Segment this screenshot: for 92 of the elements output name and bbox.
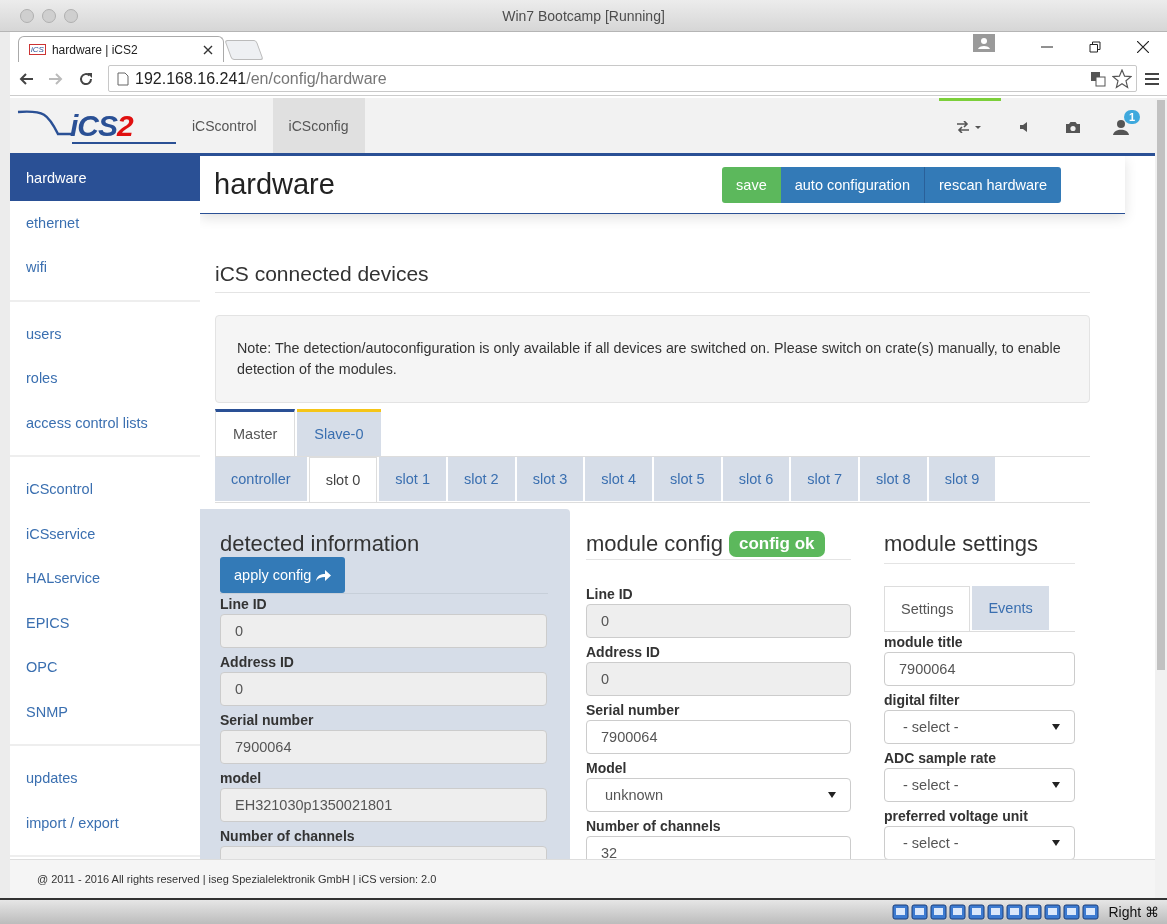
back-arrow-icon[interactable] (18, 70, 34, 87)
slot-tab[interactable]: slot 1 (379, 457, 446, 501)
field-label: Line ID (586, 586, 634, 602)
sidebar-item[interactable]: roles (10, 356, 200, 401)
action-button[interactable]: auto configuration (780, 166, 924, 203)
slot-tab[interactable]: slot 9 (928, 457, 996, 501)
sidebar-item[interactable]: updates (10, 756, 200, 801)
close-icon[interactable] (203, 44, 213, 55)
slot-tab[interactable]: slot 7 (791, 457, 858, 501)
slot-tab[interactable]: slot 2 (448, 457, 515, 501)
host-key-label: Right ⌘ (1108, 904, 1159, 920)
slot-tab[interactable]: slot 4 (585, 457, 652, 501)
select-field[interactable]: - select - (884, 768, 1075, 802)
slot-tab[interactable]: controller (215, 457, 307, 501)
column-title: module settings (884, 531, 1039, 557)
browser-tab[interactable]: iCS hardware | iCS2 (18, 36, 224, 62)
note-text: Note: The detection/autoconfiguration is only available if all devices are switched on. Please switch on crate(s) manually, to enable detection of the modules. (237, 339, 1062, 379)
column-title: module config (586, 531, 723, 557)
slot-tab[interactable]: slot 8 (860, 457, 927, 501)
sidebar-item[interactable]: hardware (10, 156, 200, 201)
sidebar-item[interactable]: users (10, 311, 200, 356)
sidebar-item[interactable]: wifi (10, 245, 200, 290)
field-label: digital filter (884, 692, 961, 708)
favicon-icon: iCS (29, 44, 46, 55)
field-label: preferred voltage unit (884, 808, 1029, 824)
column-title: detected information (220, 531, 421, 557)
input-field[interactable]: 0 (586, 604, 851, 638)
transfer-arrows-icon (957, 121, 983, 133)
field-label: ADC sample rate (884, 750, 998, 766)
url-text: 192.168.16.241/en/config/hardware (135, 69, 387, 88)
sidebar-item[interactable]: iCSservice (10, 511, 200, 556)
nav-link[interactable]: iCScontrol (176, 98, 273, 153)
sidebar-item[interactable]: SNMP (10, 689, 200, 734)
field-label: Model (586, 760, 628, 776)
slot-tab[interactable]: slot 3 (516, 457, 584, 501)
input-field[interactable]: 0 (220, 672, 547, 706)
field-label: Number of channels (220, 828, 356, 844)
input-field[interactable]: 0 (220, 614, 547, 648)
nav-link[interactable]: iCSconfig (272, 98, 365, 153)
section-title: iCS connected devices (215, 262, 1090, 293)
select-field[interactable]: - select - (884, 826, 1075, 859)
star-icon[interactable] (1112, 68, 1132, 89)
field-label: module title (884, 634, 964, 650)
field-label: Number of channels (586, 818, 722, 834)
reload-icon[interactable] (78, 70, 94, 87)
field-label: Line ID (220, 596, 268, 612)
tab-title: hardware | iCS2 (51, 42, 139, 57)
slot-tab[interactable]: slot 6 (722, 457, 790, 501)
share-arrow-icon (315, 568, 332, 582)
logo[interactable]: iCS2 (16, 98, 176, 153)
window-title: Win7 Bootcamp [Running] (502, 7, 665, 24)
select-field[interactable]: unknown (586, 778, 851, 812)
address-bar[interactable]: 192.168.16.241/en/config/hardware (108, 65, 1137, 92)
action-button[interactable]: rescan hardware (924, 166, 1061, 203)
sidebar-item[interactable]: EPICS (10, 600, 200, 645)
footer-text: @ 2011 - 2016 All rights reserved | iseg Spezialelektronik GmbH | iCS version: 2.0 (37, 873, 437, 885)
sidebar-item[interactable]: iCScontrol (10, 467, 200, 512)
translate-icon[interactable] (1090, 70, 1106, 87)
field-label: model (220, 770, 263, 786)
input-field[interactable]: 7900064 (220, 730, 547, 764)
sidebar-item[interactable]: import / export (10, 800, 200, 845)
device-tab[interactable]: Master (215, 409, 296, 456)
input-field[interactable]: EH321030p1350021801 (220, 788, 547, 822)
slot-tab[interactable]: slot 0 (308, 457, 378, 502)
close-icon[interactable] (1137, 41, 1149, 53)
input-field[interactable]: 32 (586, 836, 851, 859)
slot-tab[interactable]: slot 5 (654, 457, 721, 501)
field-label: Address ID (586, 644, 661, 660)
apply-config-button[interactable]: apply config (220, 557, 346, 593)
scrollbar[interactable] (1155, 98, 1167, 898)
status-badge: config ok (729, 531, 825, 557)
settings-tab[interactable]: Settings (884, 586, 971, 631)
page-title: hardware (214, 168, 336, 201)
sidebar-item[interactable]: access control lists (10, 400, 200, 445)
sidebar-item[interactable]: HALservice (10, 556, 200, 601)
input-field[interactable]: 7900064 (884, 652, 1075, 686)
input-field[interactable]: 0 (586, 662, 851, 696)
settings-tab[interactable]: Events (972, 586, 1049, 630)
input-field[interactable]: 7900064 (586, 720, 851, 754)
user-icon[interactable] (1113, 119, 1129, 135)
field-label: Serial number (586, 702, 681, 718)
notification-count: 1 (1124, 110, 1141, 124)
restore-icon[interactable] (1089, 41, 1101, 53)
device-tab[interactable]: Slave-0 (297, 409, 381, 456)
menu-icon[interactable] (1145, 71, 1159, 86)
page-icon (117, 71, 129, 86)
field-label: Serial number (220, 712, 315, 728)
user-icon[interactable] (973, 34, 995, 52)
sidebar-item[interactable]: ethernet (10, 200, 200, 245)
select-field[interactable]: - select - (884, 710, 1075, 744)
field-label: Address ID (220, 654, 295, 670)
sidebar-item[interactable]: OPC (10, 645, 200, 690)
